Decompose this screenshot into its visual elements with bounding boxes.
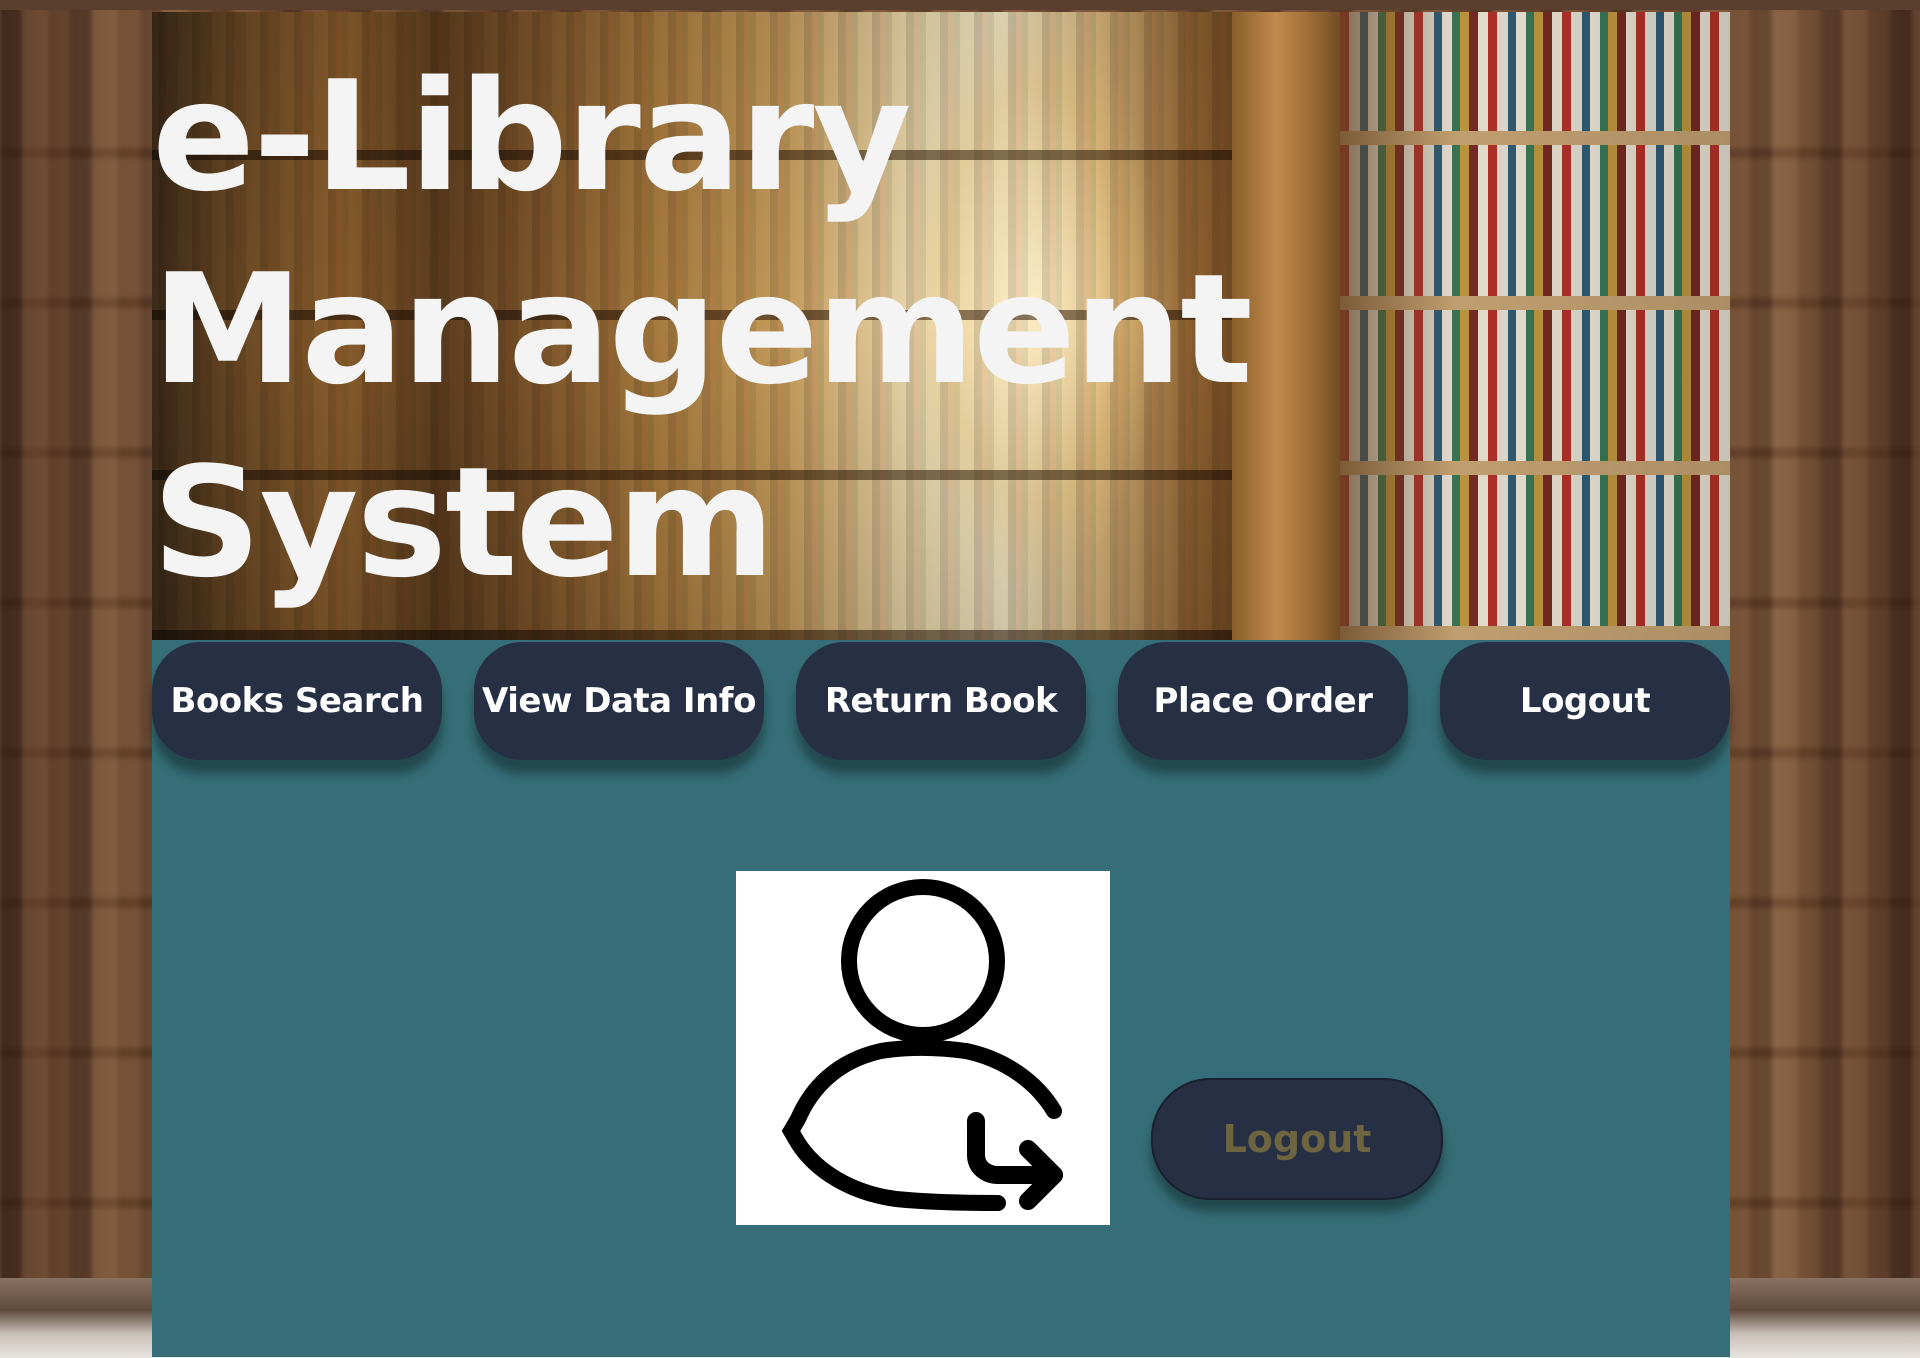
view-data-info-button[interactable]: View Data Info <box>474 642 764 760</box>
place-order-button[interactable]: Place Order <box>1118 642 1408 760</box>
title-line: e-Library <box>152 48 912 225</box>
title-line: System <box>152 434 775 611</box>
nav-logout-button[interactable]: Logout <box>1440 642 1730 760</box>
nav-bar: Books Search View Data Info Return Book … <box>152 640 1730 760</box>
main-panel: Books Search View Data Info Return Book … <box>152 640 1730 1357</box>
header-banner: e-Library Management System <box>152 12 1730 640</box>
app-container: e-Library Management System Books Search… <box>152 12 1730 1357</box>
page-title: e-Library Management System <box>152 40 1253 619</box>
return-book-button[interactable]: Return Book <box>796 642 1086 760</box>
user-logout-icon <box>736 871 1110 1225</box>
page-top-edge <box>0 0 1920 10</box>
bookshelf-shade <box>1340 12 1730 640</box>
books-search-button[interactable]: Books Search <box>152 642 442 760</box>
logout-button[interactable]: Logout <box>1151 1078 1443 1200</box>
title-line: Management <box>152 241 1253 418</box>
